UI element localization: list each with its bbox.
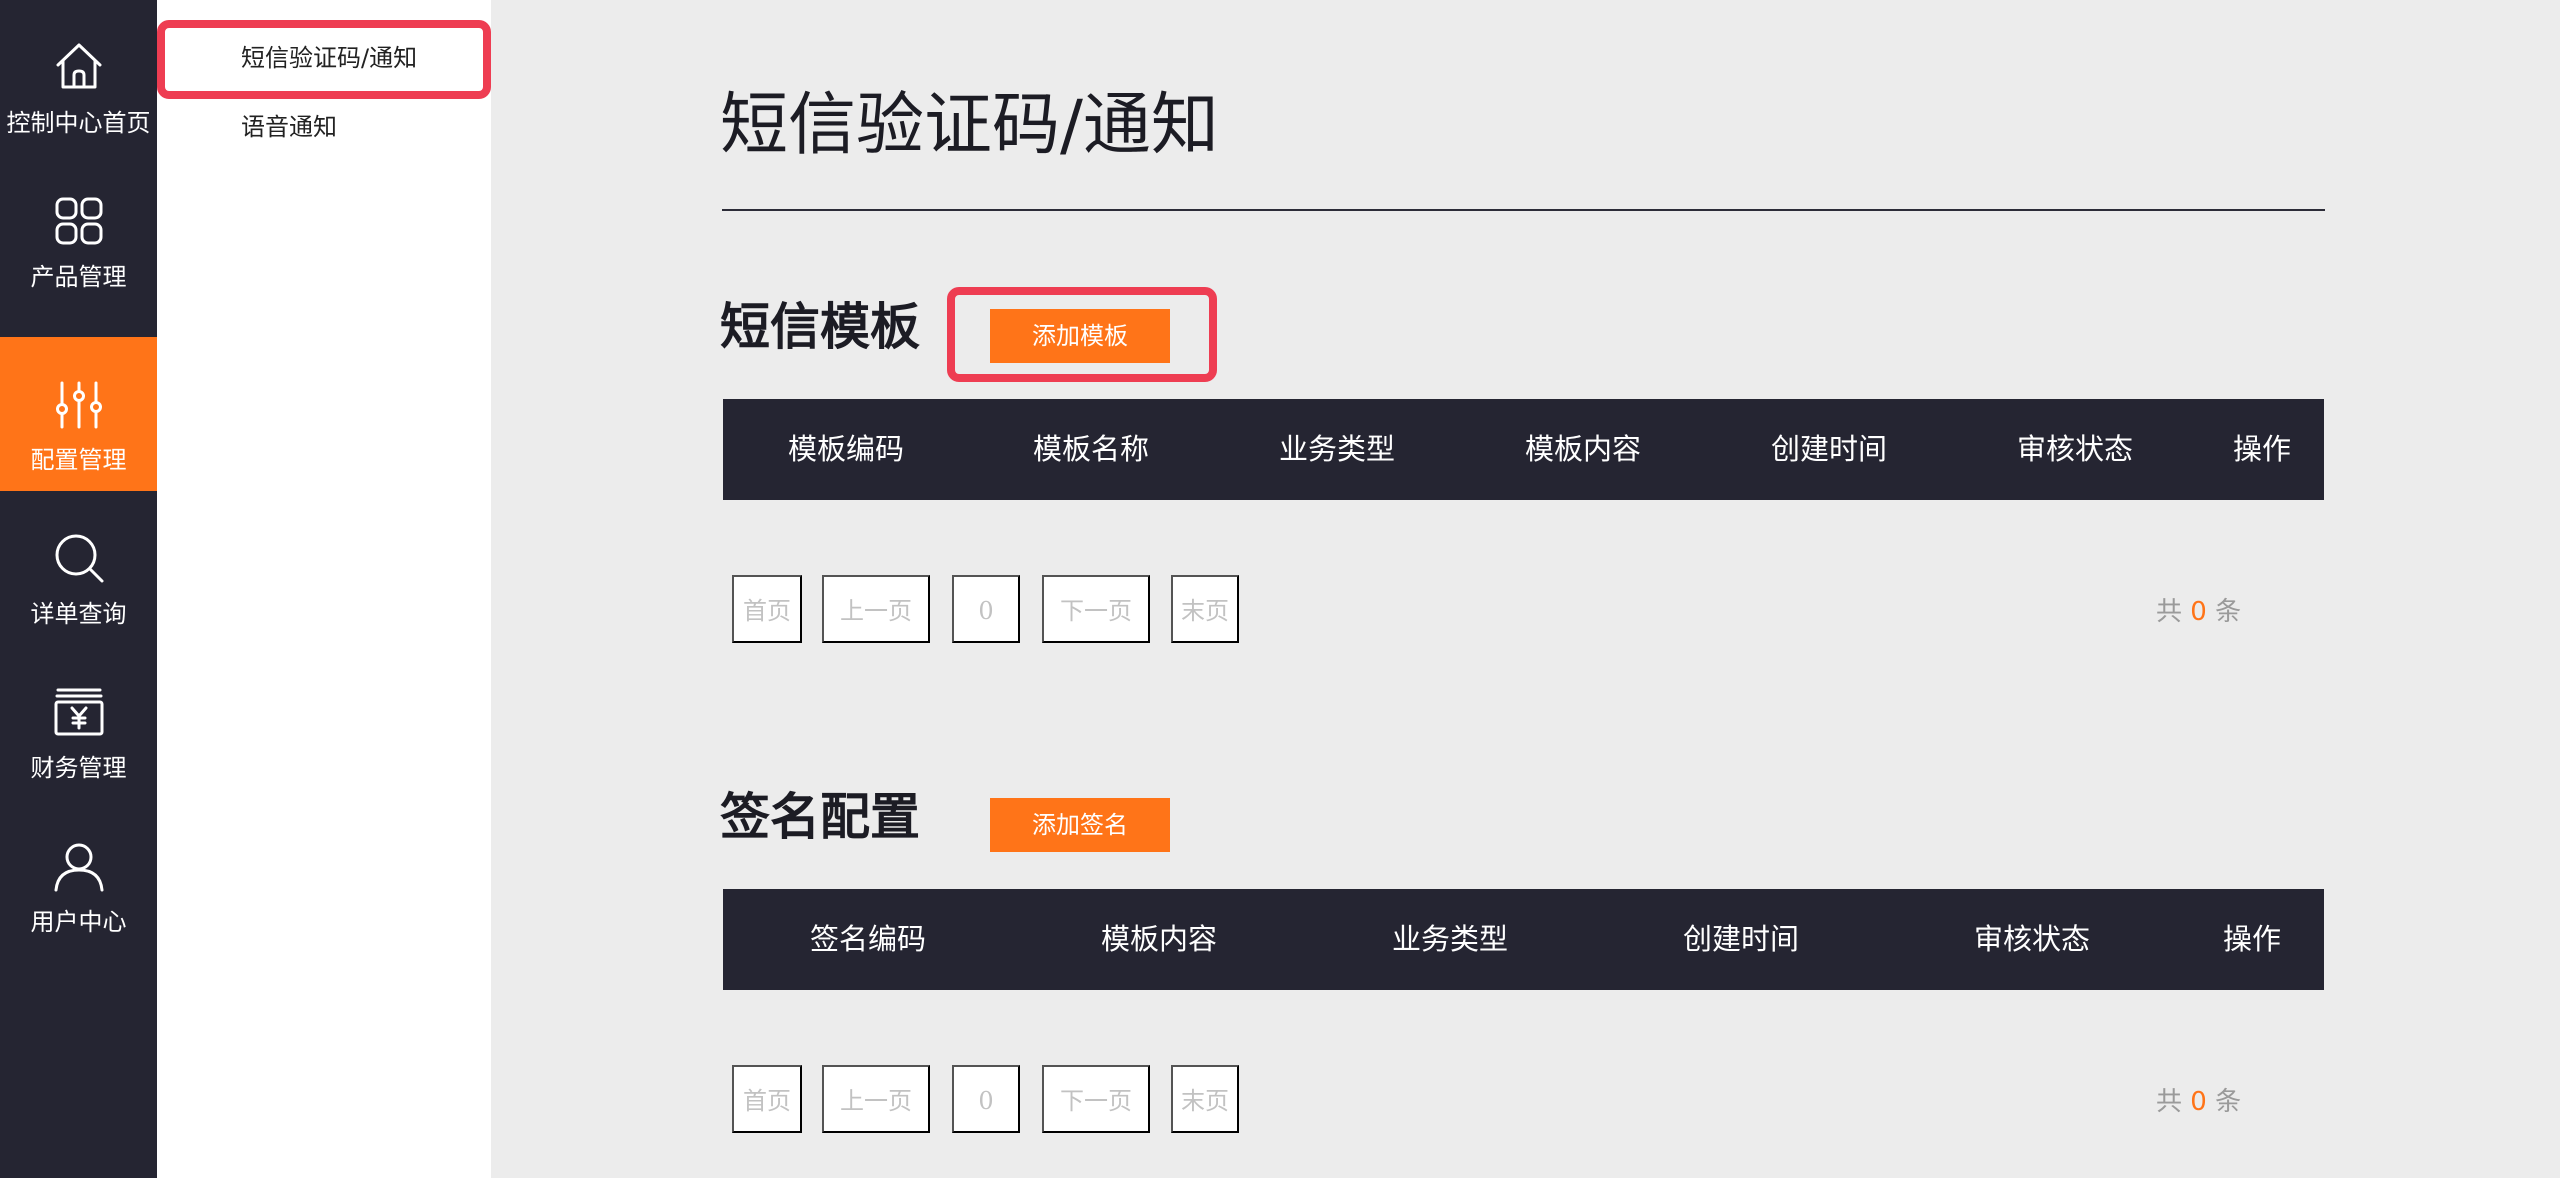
pager-last-button[interactable]: 末页: [1171, 575, 1239, 643]
total-prefix: 共: [2156, 597, 2183, 627]
nav-item-user[interactable]: 用户中心: [0, 799, 157, 953]
total-prefix: 共: [2156, 1087, 2183, 1117]
submenu-item-sms[interactable]: 短信验证码/通知: [241, 43, 417, 73]
pager-page-number[interactable]: 0: [952, 575, 1020, 643]
yen-box-icon: [50, 683, 108, 741]
sub-menu: 短信验证码/通知 语音通知: [157, 0, 491, 1178]
sms-template-table-header: 模板编码 模板名称 业务类型 模板内容 创建时间 审核状态 操作: [723, 399, 2324, 500]
nav-item-label: 控制中心首页: [6, 109, 151, 137]
search-icon: [50, 529, 108, 587]
pager-next-button[interactable]: 下一页: [1042, 575, 1150, 643]
column-header: 模板名称: [1032, 432, 1150, 466]
total-count: 共 0 条: [2156, 591, 2241, 628]
column-header: 审核状态: [1973, 922, 2091, 956]
nav-item-dashboard[interactable]: 控制中心首页: [0, 0, 157, 154]
column-header: 签名编码: [809, 922, 927, 956]
nav-item-config[interactable]: 配置管理: [0, 337, 157, 491]
signature-table-header: 签名编码 模板内容 业务类型 创建时间 审核状态 操作: [723, 889, 2324, 990]
pager-next-button[interactable]: 下一页: [1042, 1065, 1150, 1133]
submenu-item-voice[interactable]: 语音通知: [241, 112, 337, 142]
home-icon: [50, 38, 108, 96]
nav-item-label: 详单查询: [30, 600, 127, 628]
grid-icon: [50, 192, 108, 250]
column-header: 审核状态: [2016, 432, 2134, 466]
page-title: 短信验证码/通知: [720, 86, 1219, 165]
column-header: 业务类型: [1278, 432, 1396, 466]
column-header: 操作: [2222, 922, 2282, 956]
nav-item-label: 用户中心: [30, 908, 127, 936]
pager-prev-button[interactable]: 上一页: [822, 1065, 930, 1133]
nav-item-label: 配置管理: [30, 446, 127, 474]
nav-item-records[interactable]: 详单查询: [0, 491, 157, 645]
nav-item-finance[interactable]: 财务管理: [0, 645, 157, 799]
column-header: 模板内容: [1524, 432, 1642, 466]
column-header: 创建时间: [1682, 922, 1800, 956]
column-header: 模板编码: [787, 432, 905, 466]
pager-page-number[interactable]: 0: [952, 1065, 1020, 1133]
sms-template-title: 短信模板: [720, 298, 920, 356]
nav-item-label: 财务管理: [30, 754, 127, 782]
title-divider: [722, 209, 2325, 211]
nav-item-products[interactable]: 产品管理: [0, 154, 157, 308]
add-template-button[interactable]: 添加模板: [990, 309, 1170, 363]
total-count: 共 0 条: [2156, 1081, 2241, 1118]
column-header: 模板内容: [1100, 922, 1218, 956]
total-suffix: 条: [2215, 1087, 2242, 1117]
main-sidebar: 控制中心首页 产品管理 配置管理 详单查询 财务管理 用户中心: [0, 0, 157, 1178]
total-number: 0: [2190, 597, 2207, 627]
signature-title: 签名配置: [720, 788, 920, 846]
nav-item-label: 产品管理: [30, 263, 127, 291]
pager-prev-button[interactable]: 上一页: [822, 575, 930, 643]
pager-first-button[interactable]: 首页: [732, 1065, 802, 1133]
pager-first-button[interactable]: 首页: [732, 575, 802, 643]
user-icon: [50, 837, 108, 895]
total-suffix: 条: [2215, 597, 2242, 627]
total-number: 0: [2190, 1087, 2207, 1117]
column-header: 业务类型: [1391, 922, 1509, 956]
column-header: 创建时间: [1770, 432, 1888, 466]
add-signature-button[interactable]: 添加签名: [990, 798, 1170, 852]
pager-last-button[interactable]: 末页: [1171, 1065, 1239, 1133]
column-header: 操作: [2232, 432, 2292, 466]
sliders-icon: [50, 375, 108, 433]
